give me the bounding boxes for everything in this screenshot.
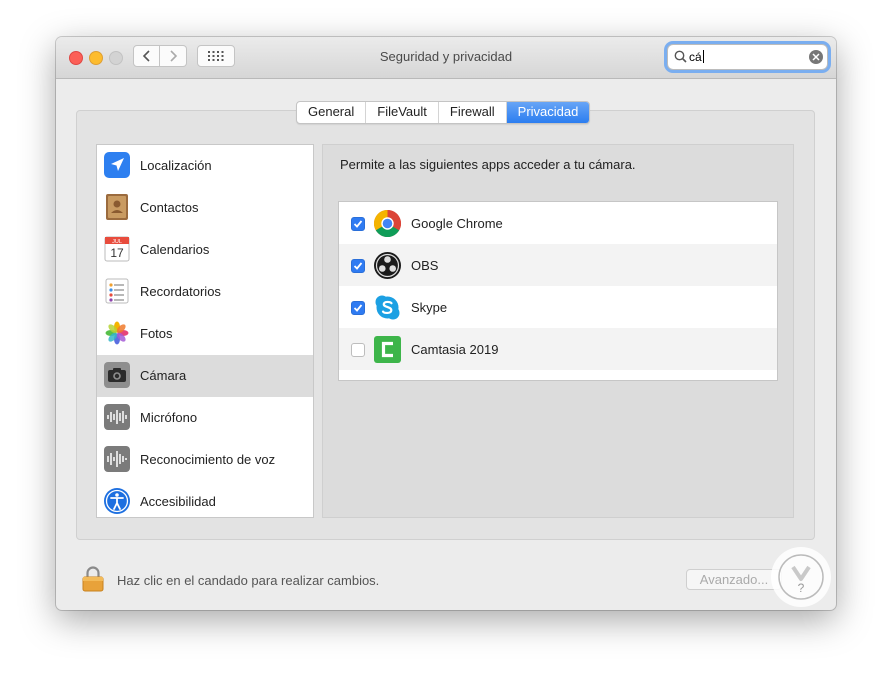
camtasia-icon bbox=[374, 336, 401, 363]
sidebar-item-contactos[interactable]: Contactos bbox=[97, 187, 313, 229]
sidebar-item-camara[interactable]: Cámara bbox=[97, 355, 313, 397]
sidebar-item-label: Contactos bbox=[140, 200, 199, 215]
app-name: Google Chrome bbox=[411, 216, 503, 231]
skype-icon bbox=[375, 295, 400, 320]
camera-permissions-description: Permite a las siguientes apps acceder a … bbox=[340, 157, 636, 172]
sidebar-item-label: Accesibilidad bbox=[140, 494, 216, 509]
tab-privacidad[interactable]: Privacidad bbox=[506, 102, 590, 123]
sidebar-item-fotos[interactable]: Fotos bbox=[97, 313, 313, 355]
sidebar-item-label: Recordatorios bbox=[140, 284, 221, 299]
sidebar-item-label: Localización bbox=[140, 158, 212, 173]
search-value: cá bbox=[689, 50, 702, 64]
chrome-icon bbox=[373, 210, 402, 238]
app-name: Skype bbox=[411, 300, 448, 315]
app-checkbox[interactable] bbox=[351, 259, 365, 273]
sidebar-item-label: Reconocimiento de voz bbox=[140, 452, 276, 467]
calendar-day: 17 bbox=[110, 246, 124, 260]
search-field[interactable]: cá bbox=[667, 44, 828, 70]
app-row-skype[interactable]: Skype bbox=[339, 286, 777, 328]
tab-firewall[interactable]: Firewall bbox=[439, 102, 507, 123]
tab-general[interactable]: General bbox=[297, 102, 367, 123]
sidebar-item-calendarios[interactable]: JUL 17 Calendarios bbox=[97, 229, 313, 271]
sidebar-item-microfono[interactable]: Micrófono bbox=[97, 397, 313, 439]
app-name: Camtasia 2019 bbox=[411, 342, 499, 357]
tab-bar: General FileVault Firewall Privacidad bbox=[296, 101, 591, 124]
title-bar: Seguridad y privacidad cá bbox=[56, 37, 836, 79]
preferences-window: Seguridad y privacidad cá General FileVa… bbox=[56, 37, 836, 610]
microphone-icon bbox=[104, 404, 130, 430]
checkmark-icon bbox=[353, 262, 363, 270]
calendar-icon: JUL 17 bbox=[104, 236, 130, 262]
checkmark-icon bbox=[353, 304, 363, 312]
app-row-obs[interactable]: OBS bbox=[339, 244, 777, 286]
contacts-icon bbox=[106, 194, 128, 220]
privacy-categories-list: Localización Contactos JUL 17 Calendario… bbox=[96, 144, 314, 518]
accessibility-icon bbox=[104, 488, 130, 514]
obs-icon bbox=[374, 252, 401, 279]
lock-icon[interactable] bbox=[82, 565, 104, 592]
search-icon bbox=[674, 50, 687, 63]
app-list: Google Chrome OBS Skype Camtasia 2019 bbox=[338, 201, 778, 381]
app-row-google-chrome[interactable]: Google Chrome bbox=[339, 202, 777, 244]
sidebar-item-label: Micrófono bbox=[140, 410, 198, 425]
app-checkbox[interactable] bbox=[351, 301, 365, 315]
clear-search-button[interactable] bbox=[809, 50, 823, 64]
text-caret bbox=[702, 50, 704, 63]
advanced-button[interactable]: Avanzado... bbox=[686, 569, 782, 590]
camera-icon bbox=[104, 362, 130, 388]
app-name: OBS bbox=[411, 258, 439, 273]
location-icon bbox=[104, 152, 130, 178]
reminders-icon bbox=[105, 278, 129, 304]
tab-filevault[interactable]: FileVault bbox=[366, 102, 439, 123]
sidebar-item-label: Calendarios bbox=[140, 242, 210, 257]
sidebar-item-recordatorios[interactable]: Recordatorios bbox=[97, 271, 313, 313]
app-row-camtasia-2019[interactable]: Camtasia 2019 bbox=[339, 328, 777, 370]
sidebar-item-reconocimiento-de-voz[interactable]: Reconocimiento de voz bbox=[97, 439, 313, 481]
search-input[interactable]: cá bbox=[689, 50, 704, 64]
close-icon bbox=[812, 53, 820, 61]
app-checkbox[interactable] bbox=[351, 343, 365, 357]
help-button[interactable]: ? bbox=[771, 547, 831, 607]
sidebar-item-label: Fotos bbox=[140, 326, 173, 341]
photos-icon bbox=[104, 320, 130, 346]
help-icon: ? bbox=[778, 554, 824, 600]
sidebar-item-accesibilidad[interactable]: Accesibilidad bbox=[97, 481, 313, 517]
lock-hint-text: Haz clic en el candado para realizar cam… bbox=[117, 573, 380, 588]
calendar-month: JUL bbox=[112, 239, 122, 245]
checkmark-icon bbox=[353, 220, 363, 228]
app-checkbox[interactable] bbox=[351, 217, 365, 231]
sidebar-item-label: Cámara bbox=[140, 368, 187, 383]
sidebar-item-localizacion[interactable]: Localización bbox=[97, 145, 313, 187]
speech-recognition-icon bbox=[104, 446, 130, 472]
svg-text:?: ? bbox=[798, 581, 805, 595]
